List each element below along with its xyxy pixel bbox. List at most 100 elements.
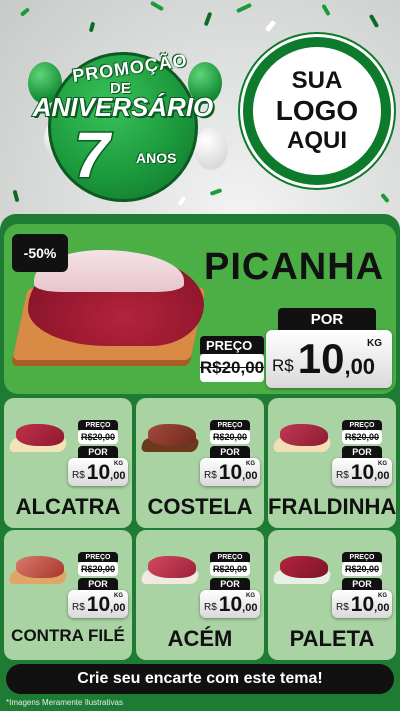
old-price: R$20,00 bbox=[342, 430, 382, 444]
old-price-value: R$20,00 bbox=[80, 564, 116, 574]
confetti-piece bbox=[88, 21, 96, 33]
new-price: R$ 10,00 KG bbox=[200, 458, 260, 486]
create-flyer-button[interactable]: Crie seu encarte com este tema! bbox=[6, 664, 394, 694]
new-price: R$ 10,00 KG bbox=[332, 590, 392, 618]
logo-placeholder: SUA LOGO AQUI bbox=[243, 37, 391, 185]
years-number: 7 bbox=[73, 118, 112, 193]
confetti-piece bbox=[203, 11, 213, 27]
product-name: COSTELA bbox=[147, 494, 253, 519]
confetti-piece bbox=[177, 195, 187, 207]
logo-line: LOGO bbox=[275, 95, 359, 126]
flyer: PROMOÇÃO DE ANIVERSÁRIO 7 ANOS SUA LOGO … bbox=[0, 0, 400, 711]
preco-label: PREÇO bbox=[342, 552, 382, 562]
price-unit: KG bbox=[378, 593, 387, 599]
product-image bbox=[280, 556, 328, 578]
preco-label: PREÇO bbox=[210, 552, 250, 562]
confetti-piece bbox=[380, 192, 390, 204]
preco-label: PREÇO bbox=[200, 336, 264, 354]
price-unit: KG bbox=[114, 593, 123, 599]
product-image bbox=[148, 424, 196, 446]
confetti-piece bbox=[209, 188, 223, 196]
new-price: R$ 10,00 KG bbox=[68, 458, 128, 486]
product-name: ACÉM bbox=[167, 626, 233, 651]
new-price: R$ 10,00 KG bbox=[332, 458, 392, 486]
confetti-piece bbox=[264, 19, 277, 33]
logo-line: AQUI bbox=[287, 127, 347, 154]
preco-label: PREÇO bbox=[78, 420, 118, 430]
discount-badge: -50% bbox=[12, 234, 68, 272]
old-price: R$20,00 bbox=[78, 562, 118, 576]
price-integer: 10 bbox=[350, 592, 375, 616]
price-unit: KG bbox=[378, 461, 387, 467]
product-card: PREÇO R$20,00 POR R$ 10,00 KG ALCATRA bbox=[4, 398, 132, 528]
por-label: POR bbox=[78, 446, 118, 458]
product-card: PREÇO R$20,00 POR R$ 10,00 KG COSTELA bbox=[136, 398, 264, 528]
confetti-piece bbox=[19, 7, 31, 17]
old-price: R$20,00 bbox=[210, 562, 250, 576]
preco-label: PREÇO bbox=[342, 420, 382, 430]
new-price: R$ 10 ,00 KG bbox=[266, 330, 392, 388]
product-card: PREÇO R$20,00 POR R$ 10,00 KG PALETA bbox=[268, 530, 396, 660]
product-card: PREÇO R$20,00 POR R$ 10,00 KG ACÉM bbox=[136, 530, 264, 660]
por-label: POR bbox=[342, 578, 382, 590]
price-unit: KG bbox=[367, 338, 382, 349]
featured-product-name: PICANHA bbox=[204, 246, 385, 288]
product-card: PREÇO R$20,00 POR R$ 10,00 KG FRALDINHA bbox=[268, 398, 396, 528]
years-word: ANOS bbox=[136, 150, 177, 166]
old-price: R$20,00 bbox=[342, 562, 382, 576]
product-name: FRALDINHA bbox=[268, 494, 397, 519]
confetti-piece bbox=[321, 3, 331, 17]
price-currency: R$ bbox=[336, 601, 349, 613]
old-price: R$20,00 bbox=[210, 430, 250, 444]
price-decimal: ,00 bbox=[110, 470, 126, 482]
product-name: CONTRA FILÉ bbox=[11, 626, 125, 645]
price-integer: 10 bbox=[86, 460, 111, 484]
por-label: POR bbox=[210, 446, 250, 458]
price-integer: 10 bbox=[297, 335, 345, 382]
preco-label: PREÇO bbox=[78, 552, 118, 562]
price-decimal: ,00 bbox=[374, 602, 390, 614]
price-currency: R$ bbox=[272, 356, 294, 375]
por-label: POR bbox=[78, 578, 118, 590]
por-label: POR bbox=[278, 308, 376, 330]
price-integer: 10 bbox=[86, 592, 111, 616]
product-image bbox=[16, 424, 64, 446]
price-integer: 10 bbox=[218, 460, 243, 484]
product-image bbox=[16, 556, 64, 578]
confetti-piece bbox=[149, 0, 165, 12]
anniversary-emblem: PROMOÇÃO DE ANIVERSÁRIO 7 ANOS bbox=[8, 32, 238, 202]
confetti-piece bbox=[235, 2, 253, 14]
price-currency: R$ bbox=[336, 469, 349, 481]
price-integer: 10 bbox=[218, 592, 243, 616]
old-price-value: R$20,00 bbox=[80, 432, 116, 442]
por-label: POR bbox=[342, 446, 382, 458]
logo-line: SUA bbox=[291, 67, 343, 94]
old-price: R$20,00 bbox=[78, 430, 118, 444]
new-price: R$ 10,00 KG bbox=[200, 590, 260, 618]
old-price: R$20,00 bbox=[200, 354, 264, 382]
old-price-value: R$20,00 bbox=[344, 432, 380, 442]
price-currency: R$ bbox=[72, 601, 85, 613]
price-decimal: ,00 bbox=[110, 602, 126, 614]
por-label: POR bbox=[210, 578, 250, 590]
price-decimal: ,00 bbox=[374, 470, 390, 482]
price-decimal: ,00 bbox=[242, 602, 258, 614]
old-price-value: R$20,00 bbox=[212, 564, 248, 574]
balloon-icon bbox=[194, 128, 228, 170]
product-name: ALCATRA bbox=[15, 494, 121, 519]
confetti-piece bbox=[368, 13, 380, 29]
price-unit: KG bbox=[114, 461, 123, 467]
new-price: R$ 10,00 KG bbox=[68, 590, 128, 618]
product-card: PREÇO R$20,00 POR R$ 10,00 KG CONTRA FILÉ bbox=[4, 530, 132, 660]
price-decimal: ,00 bbox=[242, 470, 258, 482]
price-unit: KG bbox=[246, 593, 255, 599]
old-price-value: R$20,00 bbox=[199, 358, 265, 377]
confetti-piece bbox=[12, 189, 20, 203]
old-price-value: R$20,00 bbox=[344, 564, 380, 574]
old-price-value: R$20,00 bbox=[212, 432, 248, 442]
product-image bbox=[280, 424, 328, 446]
price-integer: 10 bbox=[350, 460, 375, 484]
price-unit: KG bbox=[246, 461, 255, 467]
preco-label: PREÇO bbox=[210, 420, 250, 430]
price-currency: R$ bbox=[204, 601, 217, 613]
